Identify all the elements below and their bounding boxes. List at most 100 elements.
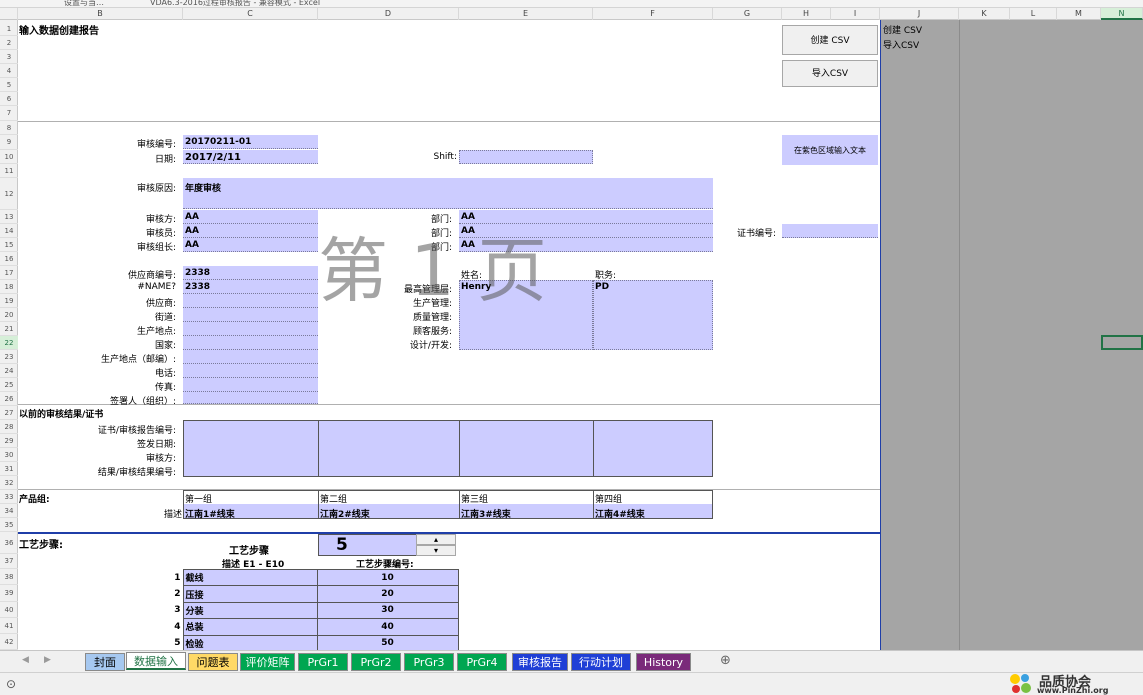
row-header-9[interactable]: 9: [0, 135, 18, 150]
fax-field[interactable]: [183, 378, 318, 392]
row-header-19[interactable]: 19: [0, 294, 18, 308]
macro-record-icon[interactable]: ⊙: [6, 677, 16, 691]
step-code-cell[interactable]: 40: [316, 618, 459, 636]
previous-audit-grid[interactable]: [183, 420, 713, 477]
row-header-31[interactable]: 31: [0, 462, 18, 476]
row-header-14[interactable]: 14: [0, 224, 18, 238]
add-sheet-icon[interactable]: ⊕: [720, 653, 731, 668]
auditee-field[interactable]: [183, 210, 318, 224]
step-name-cell[interactable]: 截线: [182, 568, 318, 587]
sheet-tab-11[interactable]: History: [636, 653, 691, 671]
row-header-32[interactable]: 32: [0, 476, 18, 490]
row-header-24[interactable]: 24: [0, 364, 18, 378]
row-header-41[interactable]: 41: [0, 618, 18, 634]
row-header-35[interactable]: 35: [0, 518, 18, 532]
row-header-22[interactable]: 22: [0, 336, 18, 350]
col-header-e[interactable]: E: [459, 8, 593, 20]
row-header-15[interactable]: 15: [0, 238, 18, 252]
sheet-tab-5[interactable]: PrGr1: [298, 653, 348, 671]
row-header-25[interactable]: 25: [0, 378, 18, 392]
window-tab-2[interactable]: VDA6.3-2016过程审核报告 - 兼容模式 - Excel: [150, 0, 320, 7]
shift-field[interactable]: [459, 150, 593, 164]
row-header-34[interactable]: 34: [0, 504, 18, 518]
sheet-tab-2[interactable]: 数据输入: [126, 652, 186, 670]
country-field[interactable]: [183, 336, 318, 350]
lead-auditor-field[interactable]: [183, 238, 318, 252]
row-header-33[interactable]: 33: [0, 490, 18, 504]
row-header-36[interactable]: 36: [0, 532, 18, 554]
row-header-4[interactable]: 4: [0, 64, 18, 78]
row-header-23[interactable]: 23: [0, 350, 18, 364]
street-field[interactable]: [183, 308, 318, 322]
row-header-12[interactable]: 12: [0, 178, 18, 210]
row-header-29[interactable]: 29: [0, 434, 18, 448]
col-header-d[interactable]: D: [318, 8, 459, 20]
step-name-cell[interactable]: 压接: [182, 585, 318, 603]
col-header-i[interactable]: I: [831, 8, 880, 20]
import-csv-button[interactable]: 导入CSV: [782, 60, 878, 87]
step-name-cell[interactable]: 总装: [182, 618, 318, 636]
step-name-cell[interactable]: 检验: [182, 634, 318, 650]
row-header-40[interactable]: 40: [0, 602, 18, 618]
row-header-3[interactable]: 3: [0, 50, 18, 64]
supplier-field[interactable]: [183, 294, 318, 308]
sheet-tab-8[interactable]: PrGr4: [457, 653, 507, 671]
col-header-c[interactable]: C: [183, 8, 318, 20]
sheet-tab-9[interactable]: 审核报告: [512, 653, 568, 671]
row-header-18[interactable]: 18: [0, 280, 18, 294]
phone-field[interactable]: [183, 364, 318, 378]
col-header-g[interactable]: G: [713, 8, 782, 20]
scroll-right-icon[interactable]: ▶: [44, 655, 51, 665]
row-header-38[interactable]: 38: [0, 569, 18, 585]
auditor-field[interactable]: [183, 224, 318, 238]
row-header-11[interactable]: 11: [0, 164, 18, 178]
spin-down-button[interactable]: ▾: [416, 545, 456, 556]
reason-field[interactable]: [183, 178, 713, 209]
row-header-8[interactable]: 8: [0, 121, 18, 135]
sheet-tab-3[interactable]: 问题表: [188, 653, 238, 671]
row-header-20[interactable]: 20: [0, 308, 18, 322]
postcode-field[interactable]: [183, 350, 318, 364]
spin-up-button[interactable]: ▴: [416, 534, 456, 545]
row-header-6[interactable]: 6: [0, 92, 18, 106]
signer-field[interactable]: [183, 392, 318, 404]
sheet-tab-6[interactable]: PrGr2: [351, 653, 401, 671]
cert-no-field[interactable]: [782, 224, 878, 238]
row-header-7[interactable]: 7: [0, 106, 18, 121]
col-header-n[interactable]: N: [1101, 8, 1143, 20]
step-code-cell[interactable]: 20: [316, 585, 459, 603]
row-header-5[interactable]: 5: [0, 78, 18, 92]
row-header-21[interactable]: 21: [0, 322, 18, 336]
row-header-26[interactable]: 26: [0, 392, 18, 406]
window-tab-1[interactable]: 设置与当…: [64, 0, 104, 7]
sheet-tab-4[interactable]: 评价矩阵: [240, 653, 295, 671]
scroll-left-icon[interactable]: ◀: [22, 655, 29, 665]
row-header-16[interactable]: 16: [0, 252, 18, 266]
row-header-30[interactable]: 30: [0, 448, 18, 462]
row-header-28[interactable]: 28: [0, 420, 18, 434]
row-header-27[interactable]: 27: [0, 406, 18, 420]
active-cell-n22[interactable]: [1101, 335, 1143, 350]
mgmt-position-column[interactable]: [593, 280, 713, 350]
col-header-f[interactable]: F: [593, 8, 713, 20]
sheet-tab-1[interactable]: 封面: [85, 653, 125, 671]
worksheet[interactable]: 输入数据创建报告 创建 CSV 导入CSV 在紫色区域输入文本 审核编号: 20…: [18, 20, 880, 650]
col-header-m[interactable]: M: [1057, 8, 1101, 20]
sheet-tab-10[interactable]: 行动计划: [571, 653, 631, 671]
row-header-1[interactable]: 1: [0, 22, 18, 36]
row-header-39[interactable]: 39: [0, 585, 18, 602]
step-name-cell[interactable]: 分装: [182, 601, 318, 620]
col-header-k[interactable]: K: [959, 8, 1010, 20]
col-header-l[interactable]: L: [1010, 8, 1057, 20]
sheet-tab-7[interactable]: PrGr3: [404, 653, 454, 671]
col-header-j[interactable]: J: [880, 8, 959, 20]
step-code-cell[interactable]: 10: [316, 568, 459, 587]
row-header-2[interactable]: 2: [0, 36, 18, 50]
row-header-42[interactable]: 42: [0, 634, 18, 650]
create-csv-button[interactable]: 创建 CSV: [782, 25, 878, 55]
step-code-cell[interactable]: 50: [316, 634, 459, 650]
col-header-b[interactable]: B: [18, 8, 183, 20]
select-all-corner[interactable]: [0, 8, 18, 20]
row-header-37[interactable]: 37: [0, 554, 18, 569]
site-field[interactable]: [183, 322, 318, 336]
